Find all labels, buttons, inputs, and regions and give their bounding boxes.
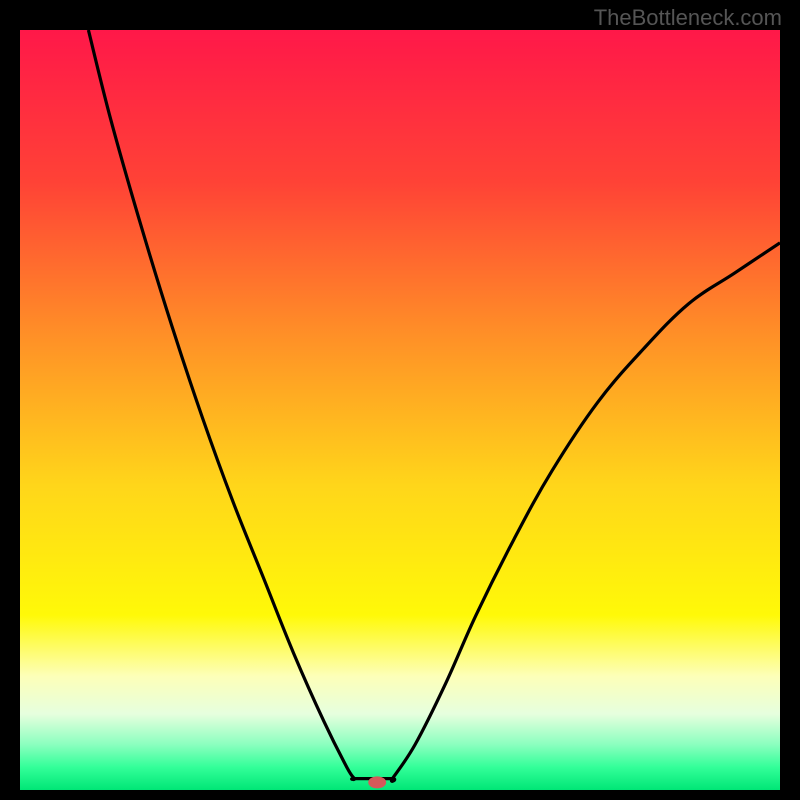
chart-container: TheBottleneck.com <box>0 0 800 800</box>
watermark-text: TheBottleneck.com <box>594 5 782 31</box>
gradient-background <box>20 30 780 790</box>
chart-svg <box>20 30 780 790</box>
optimal-marker <box>368 776 386 788</box>
plot-area <box>20 30 780 790</box>
